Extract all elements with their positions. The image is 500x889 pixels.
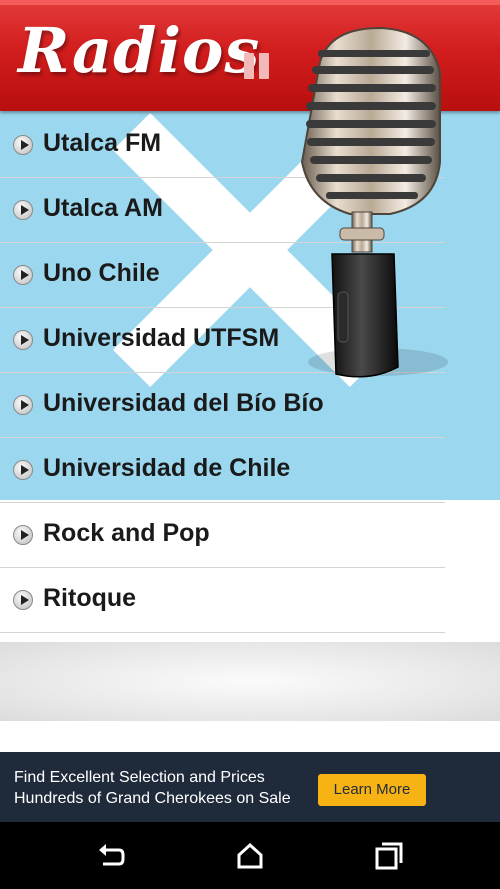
station-row[interactable]: Universidad de Chile: [0, 438, 445, 503]
play-icon: [13, 590, 33, 610]
station-label: Ritoque: [43, 584, 137, 612]
recents-icon[interactable]: [373, 840, 405, 872]
station-label: Universidad de Chile: [43, 454, 291, 482]
play-icon: [13, 460, 33, 480]
station-label: Universidad UTFSM: [43, 324, 280, 352]
home-icon[interactable]: [234, 840, 266, 872]
station-label: Utalca FM: [43, 129, 162, 157]
station-row[interactable]: Rock and Pop: [0, 503, 445, 568]
header-highlight: [0, 0, 500, 5]
play-icon: [13, 330, 33, 350]
back-icon[interactable]: [95, 840, 127, 872]
ad-banner[interactable]: Find Excellent Selection and Prices Hund…: [0, 752, 500, 822]
station-label: Utalca AM: [43, 194, 163, 222]
station-label: Universidad del Bío Bío: [43, 389, 324, 417]
pause-icon[interactable]: [244, 53, 272, 79]
play-icon: [13, 265, 33, 285]
system-nav-bar: [0, 822, 500, 889]
play-icon: [13, 200, 33, 220]
empty-band: [0, 642, 500, 721]
learn-more-button[interactable]: Learn More: [318, 774, 426, 806]
ad-line-1: Find Excellent Selection and Prices: [14, 769, 265, 786]
station-row[interactable]: Ritoque: [0, 568, 445, 633]
play-icon: [13, 135, 33, 155]
station-label: Uno Chile: [43, 259, 160, 287]
station-label: Rock and Pop: [43, 519, 210, 547]
play-icon: [13, 525, 33, 545]
play-icon: [13, 395, 33, 415]
app-title: Radios: [18, 14, 261, 87]
microphone-illustration: [300, 26, 448, 378]
ad-line-2: Hundreds of Grand Cherokees on Sale: [14, 790, 291, 807]
